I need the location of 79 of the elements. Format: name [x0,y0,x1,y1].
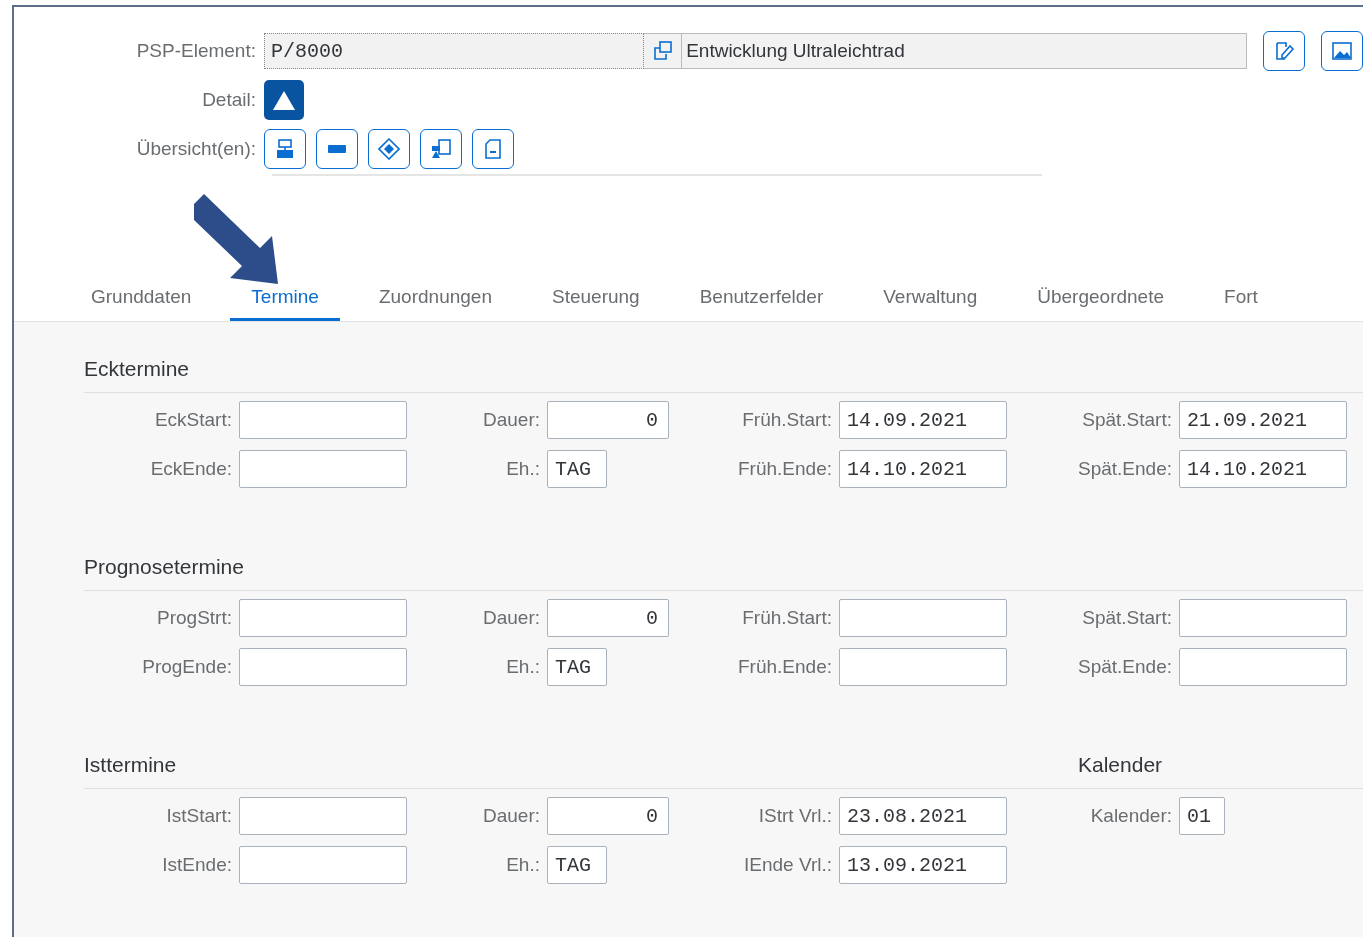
image-button[interactable] [1321,31,1363,71]
tab[interactable]: Steuerung [531,276,661,321]
tab[interactable]: Zuordnungen [357,276,513,321]
field-label: Spät.Ende: [1076,656,1172,678]
description-field[interactable]: Entwicklung Ultraleichtrad [682,33,1247,69]
input-field[interactable]: TAG [547,450,607,488]
value-help-button[interactable] [644,33,683,69]
section-title: Isttermine [84,753,178,777]
input-field[interactable] [239,450,407,488]
field-label: Spät.Start: [1081,607,1172,629]
tab[interactable]: Verwaltung [862,276,999,321]
field-label: Spät.Ende: [1076,458,1172,480]
input-field[interactable] [839,648,1007,686]
field-label: Dauer: [481,805,540,827]
field-label: Spät.Start: [1081,409,1172,431]
field-label: IEnde Vrl.: [743,854,832,876]
image-icon [1330,39,1354,63]
input-field[interactable]: 0 [547,599,669,637]
overview-button[interactable] [472,129,514,169]
field-label: Dauer: [481,409,540,431]
field-label: EckEnde: [149,458,232,480]
field-label: EckStart: [153,409,232,431]
document-structure-icon [430,138,452,160]
diamond-icon [378,138,400,160]
input-field[interactable]: 14.10.2021 [839,450,1007,488]
input-field[interactable] [1179,599,1347,637]
section-title: Prognosetermine [84,555,245,579]
field-label: Kalender: [1089,805,1172,827]
field-label: Eh.: [505,458,540,480]
triangle-up-icon [272,89,296,111]
overview-button[interactable] [368,129,410,169]
input-field[interactable]: 14.09.2021 [839,401,1007,439]
edit-button[interactable] [1263,31,1305,71]
input-field[interactable] [239,797,407,835]
tab[interactable]: Grunddaten [70,276,213,321]
input-field[interactable]: 01 [1179,797,1225,835]
field-label: Übersicht(en): [135,138,257,160]
input-field[interactable]: P/8000 [264,33,645,69]
input-field[interactable] [239,846,407,884]
input-field[interactable]: 0 [547,401,669,439]
field-label: Früh.Ende: [737,458,832,480]
field-label: Früh.Ende: [737,656,832,678]
input-field[interactable] [239,648,407,686]
input-field[interactable] [239,599,407,637]
input-field[interactable] [239,401,407,439]
hierarchy-icon [274,138,296,160]
field-label: Dauer: [481,607,540,629]
overview-button[interactable] [420,129,462,169]
input-field[interactable]: 23.08.2021 [839,797,1007,835]
field-label: IstEnde: [161,854,232,876]
section-title: Kalender [1078,753,1164,777]
input-field[interactable]: 21.09.2021 [1179,401,1347,439]
tab[interactable]: Fort [1203,276,1279,321]
field-label: Detail: [201,89,257,111]
input-field[interactable] [839,599,1007,637]
page-icon [482,138,504,160]
field-label: Früh.Start: [741,607,832,629]
field-label: ProgStrt: [156,607,232,629]
field-label: PSP-Element: [135,40,257,62]
detail-toggle-button[interactable] [264,80,304,120]
overview-button[interactable] [316,129,358,169]
section-title: Ecktermine [84,357,191,381]
input-field[interactable] [1179,648,1347,686]
input-field[interactable]: 14.10.2021 [1179,450,1347,488]
field-label: IstStart: [165,805,232,827]
copy-icon [651,40,674,62]
field-label: Eh.: [505,656,540,678]
field-label: ProgEnde: [141,656,232,678]
field-label: IStrt Vrl.: [757,805,832,827]
input-field[interactable]: TAG [547,846,607,884]
input-field[interactable]: TAG [547,648,607,686]
field-label: Eh.: [505,854,540,876]
tab[interactable]: Termine [230,276,340,321]
tab[interactable]: Benutzerfelder [678,276,845,321]
input-field[interactable]: 13.09.2021 [839,846,1007,884]
tab[interactable]: Übergeordnete [1016,276,1186,321]
overview-button[interactable] [264,129,306,169]
field-label: Früh.Start: [741,409,832,431]
input-field[interactable]: 0 [547,797,669,835]
